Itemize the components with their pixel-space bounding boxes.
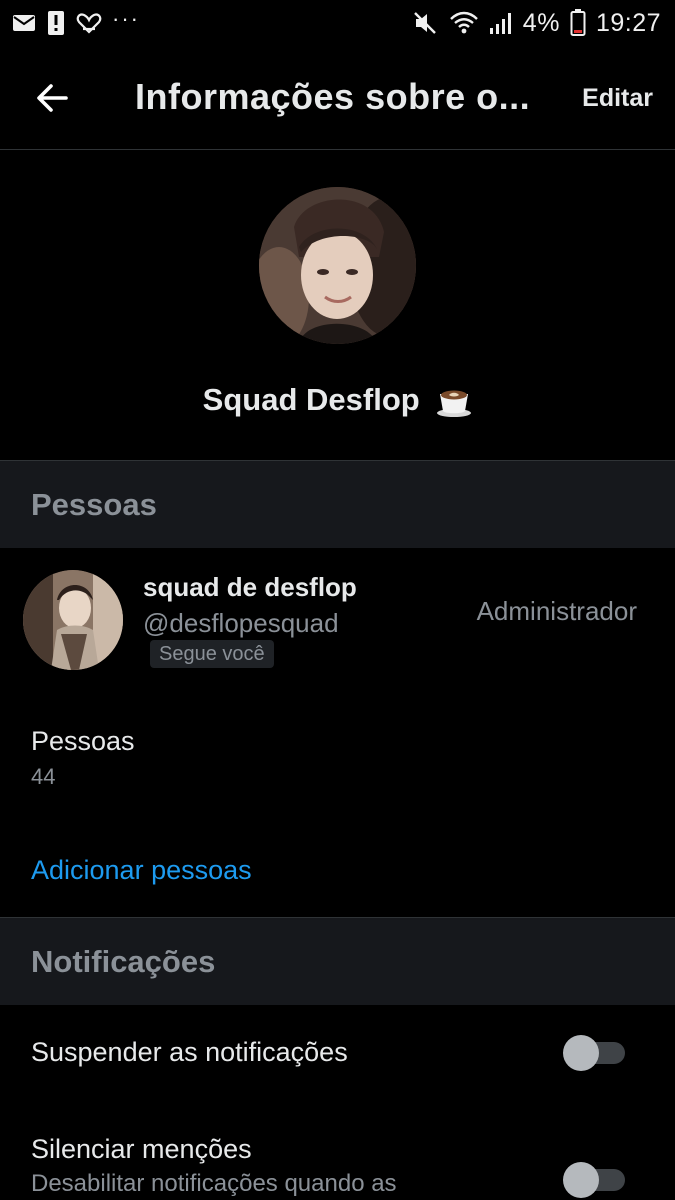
- edit-button[interactable]: Editar: [582, 84, 653, 113]
- people-count-label[interactable]: Pessoas: [31, 726, 135, 757]
- notifications-section-header: Notificações: [0, 917, 675, 1005]
- alert-icon: [48, 11, 64, 35]
- member-row[interactable]: squad de desflop @desflopesquad Segue vo…: [0, 548, 675, 688]
- snooze-notifications-toggle[interactable]: [563, 1035, 625, 1071]
- toggle-knob: [563, 1035, 599, 1071]
- member-role: Administrador: [476, 596, 637, 626]
- heart-icon: [76, 13, 102, 34]
- mail-icon: [13, 15, 35, 31]
- group-avatar-image: [259, 187, 416, 344]
- mute-mentions-toggle[interactable]: [563, 1162, 625, 1198]
- follows-you-badge: Segue você: [150, 640, 274, 668]
- toggle-knob: [563, 1162, 599, 1198]
- group-name: Squad Desflop: [0, 382, 675, 418]
- people-section-header: Pessoas: [0, 460, 675, 548]
- mute-icon: [413, 12, 436, 34]
- mute-mentions-label: Silenciar menções: [31, 1134, 252, 1164]
- status-bar-right: 4% 19:27: [413, 9, 661, 38]
- wifi-icon: [449, 11, 478, 34]
- add-people-link[interactable]: Adicionar pessoas: [31, 855, 252, 886]
- people-section-title: Pessoas: [31, 486, 157, 522]
- clock: 19:27: [595, 8, 661, 37]
- status-bar: ··· 4% 19:27: [0, 0, 675, 46]
- group-avatar[interactable]: [259, 187, 416, 344]
- member-avatar-image: [23, 570, 123, 670]
- notifications-section-title: Notificações: [31, 943, 216, 979]
- group-name-text: Squad Desflop: [202, 382, 420, 417]
- status-bar-left: ···: [12, 6, 140, 36]
- arrow-left-icon: [37, 84, 68, 112]
- coffee-cup-icon: [437, 390, 472, 417]
- member-handle: @desflopesquad: [143, 608, 339, 638]
- member-avatar[interactable]: [23, 570, 123, 670]
- snooze-notifications-label: Suspender as notificações: [31, 1037, 348, 1067]
- signal-icon: [489, 13, 511, 34]
- people-count-value: 44: [31, 764, 56, 789]
- member-name: squad de desflop: [143, 572, 357, 602]
- battery-percent: 4%: [522, 8, 560, 37]
- more-notifications: ···: [112, 6, 140, 31]
- app-header: Informações sobre o... Editar: [0, 46, 675, 150]
- page-title: Informações sobre o...: [135, 76, 531, 117]
- back-button[interactable]: [30, 76, 74, 120]
- battery-icon: [570, 9, 586, 36]
- mute-mentions-description: Desabilitar notificações quando as: [31, 1170, 397, 1197]
